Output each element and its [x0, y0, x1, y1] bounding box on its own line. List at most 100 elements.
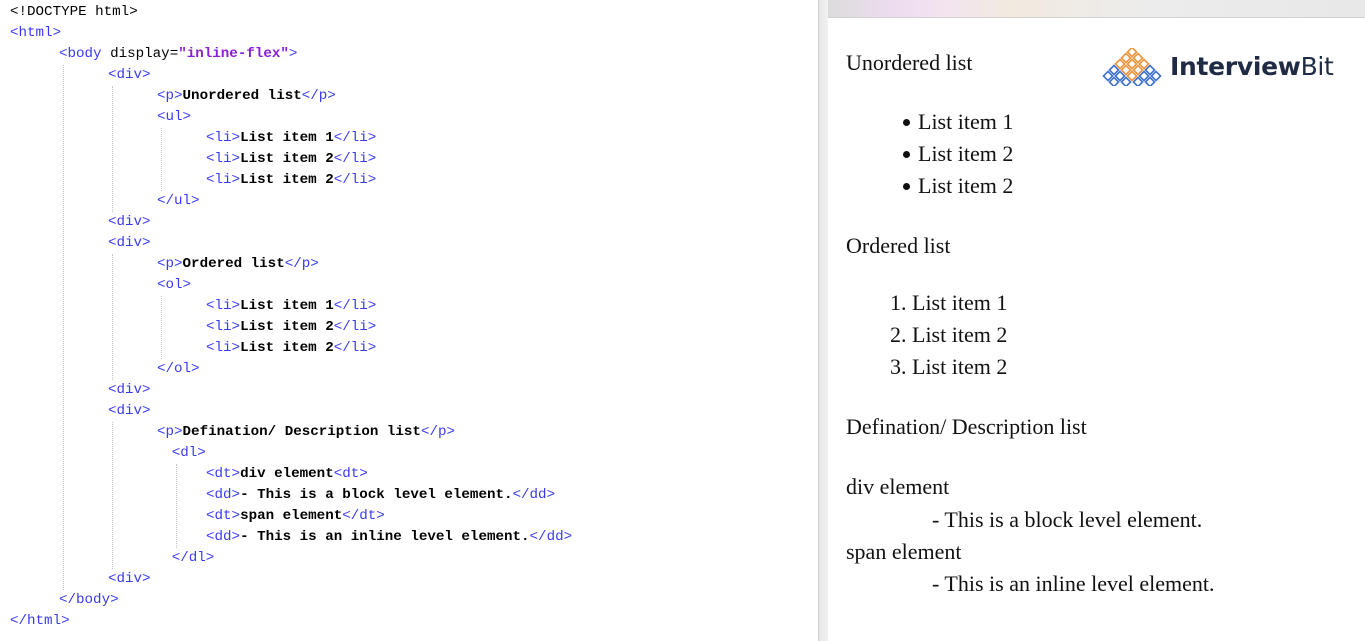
- code-token: "inline-flex": [178, 46, 289, 62]
- brand-name: InterviewBit: [1170, 52, 1334, 82]
- code-token: Ordered list: [182, 256, 285, 272]
- code-token: List item 2: [240, 172, 334, 188]
- code-token: <!: [10, 4, 28, 20]
- code-token: </html>: [10, 613, 70, 629]
- code-token: >: [129, 4, 138, 20]
- code-token: <p>: [157, 256, 183, 272]
- code-token: - This is a block level element.: [240, 487, 513, 503]
- code-token: </ol>: [157, 361, 200, 377]
- code-token: List item 1: [240, 130, 334, 146]
- code-line: <!DOCTYPE html>: [10, 2, 138, 23]
- logo-diamond-mark: [1138, 58, 1150, 70]
- code-line: <div>: [108, 65, 151, 86]
- description-definition: - This is an inline level element.: [932, 571, 1215, 596]
- code-token: </li>: [333, 151, 377, 167]
- code-token: >: [288, 46, 298, 62]
- code-token: - This is an inline level element.: [240, 529, 530, 545]
- code-line: <div>: [108, 569, 151, 590]
- code-token: List item 2: [240, 340, 334, 356]
- code-token: <div>: [108, 235, 151, 251]
- logo-diamond-mark: [1144, 64, 1156, 76]
- logo-diamond-mark: [1150, 70, 1162, 82]
- logo-diamond-mark: [1114, 58, 1126, 70]
- code-token: </li>: [333, 340, 377, 356]
- code-token: </p>: [301, 88, 336, 104]
- code-editor[interactable]: <!DOCTYPE html> <html> <body display="inli…: [0, 0, 818, 641]
- code-line: <li>List item 2</li>: [206, 338, 376, 359]
- code-line: <dt>div element<dt>: [206, 464, 368, 485]
- code-token: </p>: [284, 256, 319, 272]
- ordered-list-item: 1. List item 1: [890, 290, 1008, 315]
- code-token: display=: [110, 46, 179, 62]
- code-token: List item 1: [240, 298, 334, 314]
- description-list-heading: Defination/ Description list: [846, 414, 1087, 439]
- description-definition: - This is a block level element.: [932, 507, 1203, 532]
- logo-diamond-mark: [1132, 52, 1144, 64]
- logo-diamond-mark: [1102, 70, 1114, 82]
- code-line: <dd>- This is a block level element.</dd…: [206, 485, 555, 506]
- code-token: <li>: [206, 151, 241, 167]
- code-line: <dd>- This is an inline level element.</…: [206, 527, 572, 548]
- description-term: div element: [846, 474, 950, 499]
- code-line: <ul>: [157, 107, 191, 128]
- code-token: <div>: [108, 67, 151, 83]
- code-token: <div>: [108, 382, 151, 398]
- code-token: DOCTYPE html: [27, 4, 130, 20]
- code-line: </dl>: [172, 548, 215, 569]
- code-token: <html>: [10, 25, 62, 41]
- code-token: </dd>: [529, 529, 573, 545]
- code-line: <div>: [108, 233, 151, 254]
- code-line: <body display="inline-flex">: [59, 44, 297, 65]
- code-token: <dt>: [333, 466, 368, 482]
- description-term: span element: [846, 539, 962, 564]
- code-line: </ul>: [157, 191, 200, 212]
- code-token: <p>: [157, 424, 183, 440]
- logo-diamond-mark: [1126, 70, 1138, 82]
- code-token: <li>: [206, 298, 241, 314]
- interviewbit-logo: InterviewBit: [1100, 44, 1340, 90]
- code-line: <li>List item 1</li>: [206, 128, 376, 149]
- interviewbit-diamond-logo-icon: [1102, 48, 1162, 86]
- logo-diamond-mark: [1132, 64, 1144, 76]
- bullet-icon: [903, 183, 910, 190]
- code-token: span element: [240, 508, 343, 524]
- unordered-list-item: List item 2: [918, 173, 1014, 198]
- code-token: <p>: [157, 88, 183, 104]
- brand-name-bold: Interview: [1170, 52, 1301, 81]
- logo-diamond-mark: [1138, 70, 1150, 82]
- window-top-strip: [828, 0, 1365, 18]
- code-line: <dl>: [172, 443, 206, 464]
- code-line: </ol>: [157, 359, 200, 380]
- code-token: div element: [240, 466, 334, 482]
- code-line: <li>List item 1</li>: [206, 296, 376, 317]
- indent-guide: [112, 422, 113, 569]
- code-token: Unordered list: [182, 88, 302, 104]
- browser-output: InterviewBit Unordered list List item 1 …: [828, 0, 1365, 641]
- code-token: <dd>: [206, 487, 241, 503]
- logo-diamond-mark: [1114, 70, 1126, 82]
- code-token: <ol>: [157, 277, 192, 293]
- code-token: <dl>: [171, 445, 206, 461]
- code-token: <dt>: [206, 508, 241, 524]
- indent-guide: [161, 296, 162, 359]
- code-line: <li>List item 2</li>: [206, 317, 376, 338]
- code-token: <dd>: [206, 529, 241, 545]
- code-token: <li>: [206, 319, 241, 335]
- code-line: </body>: [59, 590, 119, 611]
- bullet-icon: [903, 151, 910, 158]
- code-line: <html>: [10, 23, 61, 44]
- code-token: </dd>: [512, 487, 556, 503]
- code-token: </li>: [333, 172, 377, 188]
- code-line: <div>: [108, 212, 151, 233]
- code-token: List item 2: [240, 151, 334, 167]
- indent-guide: [112, 86, 113, 212]
- code-token: <div>: [108, 214, 151, 230]
- unordered-list-item: List item 1: [918, 109, 1014, 134]
- indent-guide: [175, 464, 177, 548]
- ordered-list-heading: Ordered list: [846, 233, 951, 258]
- bullet-icon: [903, 119, 910, 126]
- code-token: </p>: [420, 424, 455, 440]
- code-line: <div>: [108, 380, 151, 401]
- code-token: </li>: [333, 298, 377, 314]
- logo-diamond-mark: [1120, 64, 1132, 76]
